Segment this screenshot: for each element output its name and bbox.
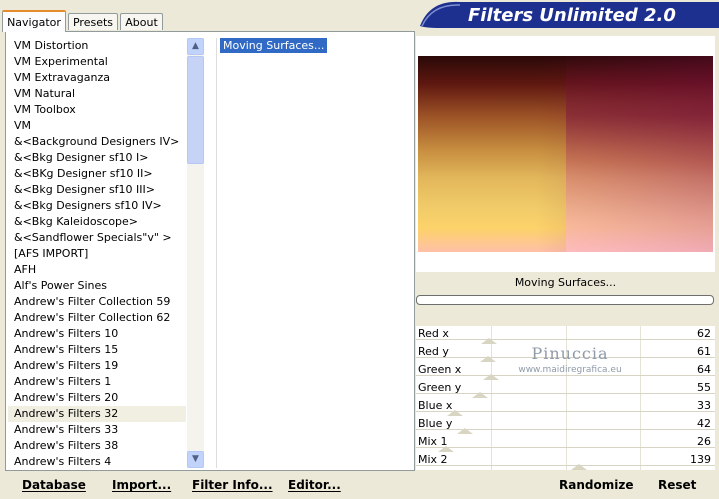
list-item[interactable]: Andrew's Filters 32 bbox=[8, 406, 186, 422]
filter-list: Moving Surfaces... bbox=[216, 38, 411, 468]
list-item[interactable]: Andrew's Filters 15 bbox=[8, 342, 186, 358]
list-item[interactable]: Andrew's Filters 33 bbox=[8, 422, 186, 438]
list-item[interactable]: VM Natural bbox=[8, 86, 186, 102]
slider-green-y[interactable]: Green y 55 bbox=[416, 380, 715, 398]
slider-value: 64 bbox=[697, 363, 711, 376]
list-item[interactable]: Andrew's Filters 1 bbox=[8, 374, 186, 390]
list-item[interactable]: VM Toolbox bbox=[8, 102, 186, 118]
watermark-url: www.maidiregrafica.eu bbox=[518, 365, 622, 375]
list-item[interactable]: VM bbox=[8, 118, 186, 134]
list-item[interactable]: &<Bkg Designer sf10 I> bbox=[8, 150, 186, 166]
list-item[interactable]: &<Background Designers IV> bbox=[8, 134, 186, 150]
slider-value: 61 bbox=[697, 345, 711, 358]
category-list[interactable]: VM Distortion VM Experimental VM Extravaga… bbox=[8, 38, 186, 470]
slider-mix-1[interactable]: Mix 1 26 bbox=[416, 434, 715, 452]
slider-blue-y[interactable]: Blue y 42 bbox=[416, 416, 715, 434]
editor-button[interactable]: Editor... bbox=[288, 478, 341, 492]
slider-red-x[interactable]: Red x 62 bbox=[416, 326, 715, 344]
app-title: Filters Unlimited 2.0 bbox=[468, 5, 676, 26]
slider-label: Red x bbox=[418, 327, 449, 340]
scroll-up-icon[interactable]: ▲ bbox=[187, 38, 204, 55]
scroll-thumb[interactable] bbox=[187, 56, 204, 164]
filter-info-button[interactable]: Filter Info... bbox=[192, 478, 273, 492]
slider-label: Red y bbox=[418, 345, 449, 358]
list-item[interactable]: &<Bkg Kaleidoscope> bbox=[8, 214, 186, 230]
slider-value: 62 bbox=[697, 327, 711, 340]
slider-label: Mix 2 bbox=[418, 453, 448, 466]
slider-value: 139 bbox=[690, 453, 711, 466]
list-item[interactable]: Alf's Power Sines bbox=[8, 278, 186, 294]
tab-presets[interactable]: Presets bbox=[68, 13, 118, 30]
slider-track bbox=[416, 465, 715, 470]
list-item[interactable]: Andrew's Filters 10 bbox=[8, 326, 186, 342]
slider-blue-x[interactable]: Blue x 33 bbox=[416, 398, 715, 416]
import-button[interactable]: Import... bbox=[112, 478, 171, 492]
list-item[interactable]: Andrew's Filter Collection 59 bbox=[8, 294, 186, 310]
list-item[interactable]: VM Experimental bbox=[8, 54, 186, 70]
list-item[interactable]: Andrew's Filter Collection 62 bbox=[8, 310, 186, 326]
filter-item-selected[interactable]: Moving Surfaces... bbox=[220, 38, 328, 53]
list-item[interactable]: AFH bbox=[8, 262, 186, 278]
tab-navigator[interactable]: Navigator bbox=[2, 10, 66, 32]
list-item[interactable]: &<BKg Designer sf10 II> bbox=[8, 166, 186, 182]
title-banner: Filters Unlimited 2.0 bbox=[420, 1, 719, 28]
list-item[interactable]: Andrew's Filters 20 bbox=[8, 390, 186, 406]
database-button[interactable]: Database bbox=[22, 478, 86, 492]
slider-value: 33 bbox=[697, 399, 711, 412]
tab-bar: Navigator Presets About bbox=[0, 0, 420, 32]
list-item[interactable]: &<Sandflower Specials"v" > bbox=[8, 230, 186, 246]
slider-value: 42 bbox=[697, 417, 711, 430]
list-item[interactable]: VM Distortion bbox=[8, 38, 186, 54]
list-item[interactable]: Andrew's Filters 38 bbox=[8, 438, 186, 454]
list-item[interactable]: Andrew's Filters 19 bbox=[8, 358, 186, 374]
slider-value: 26 bbox=[697, 435, 711, 448]
list-item[interactable]: &<Bkg Designer sf10 III> bbox=[8, 182, 186, 198]
list-item[interactable]: Andrew's Filters 4 bbox=[8, 454, 186, 470]
progress-bar bbox=[416, 295, 714, 305]
watermark-name: Pinuccia bbox=[531, 344, 609, 363]
tab-about[interactable]: About bbox=[120, 13, 163, 30]
list-item[interactable]: VM Extravaganza bbox=[8, 70, 186, 86]
randomize-button[interactable]: Randomize bbox=[559, 478, 633, 492]
slider-label: Blue y bbox=[418, 417, 453, 430]
reset-button[interactable]: Reset bbox=[658, 478, 696, 492]
slider-label: Green y bbox=[418, 381, 462, 394]
slider-thumb[interactable] bbox=[570, 464, 587, 470]
watermark: Pinuccia www.maidiregrafica.eu bbox=[450, 344, 690, 375]
list-item[interactable]: &<Bkg Designers sf10 IV> bbox=[8, 198, 186, 214]
preview-panel bbox=[416, 36, 715, 272]
preview-filter-name: Moving Surfaces... bbox=[514, 276, 617, 289]
list-item[interactable]: [AFS IMPORT] bbox=[8, 246, 186, 262]
slider-mix-2[interactable]: Mix 2 139 bbox=[416, 452, 715, 470]
scroll-down-icon[interactable]: ▼ bbox=[187, 451, 204, 468]
slider-value: 55 bbox=[697, 381, 711, 394]
category-scrollbar[interactable]: ▲ ▼ bbox=[187, 38, 204, 468]
